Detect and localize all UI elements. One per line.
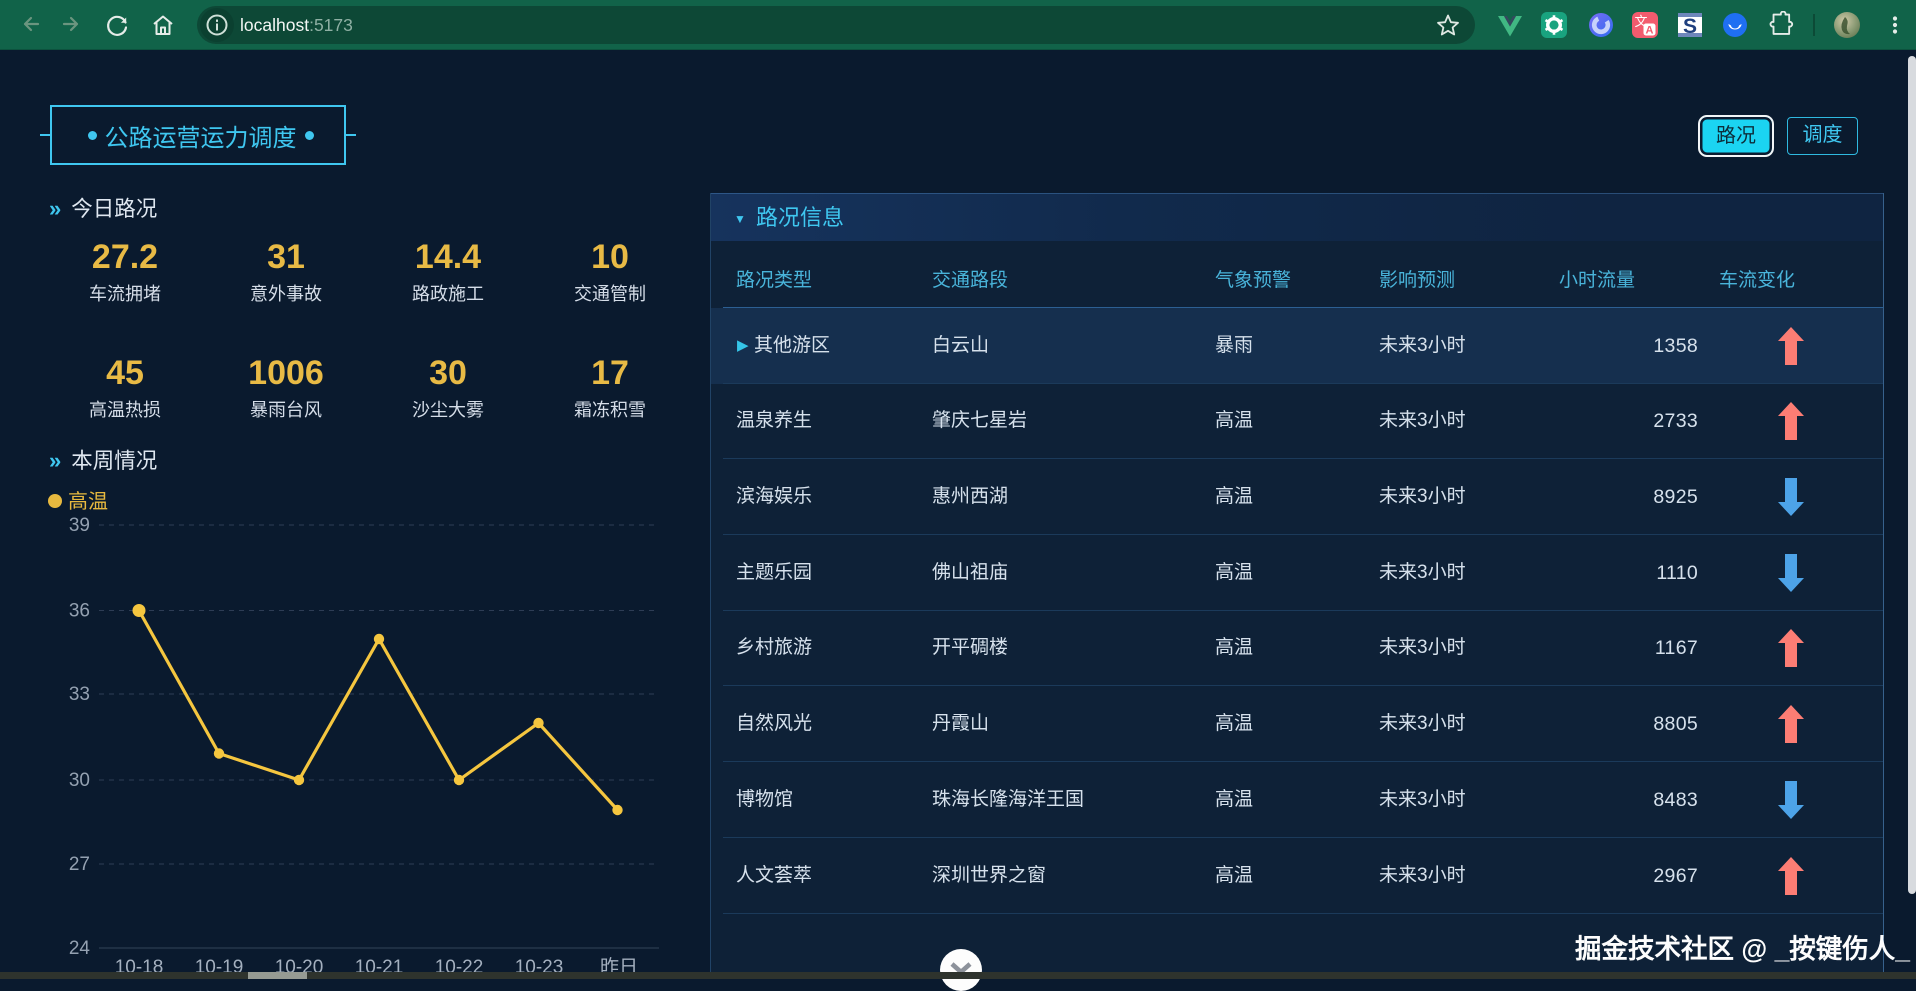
svg-text:36: 36 (69, 601, 90, 622)
svg-text:30: 30 (69, 770, 90, 791)
svg-text:高温: 高温 (68, 490, 108, 513)
svg-text:A: A (1646, 25, 1654, 37)
svg-text:27: 27 (69, 854, 90, 875)
svg-text:39: 39 (69, 515, 90, 536)
svg-text:24: 24 (69, 938, 91, 959)
svg-text:33: 33 (69, 684, 90, 705)
svg-text:S: S (1683, 15, 1697, 38)
